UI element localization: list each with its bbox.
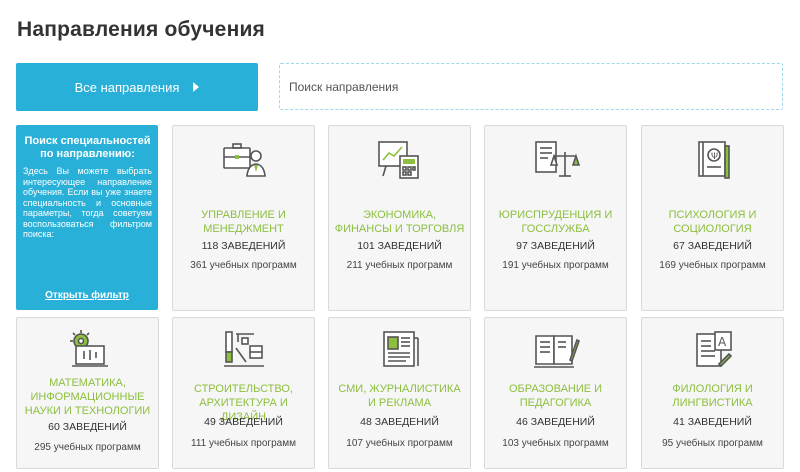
programs-count: 107 учебных программ [346,438,453,449]
institutions-count: 97 заведений [516,240,595,252]
category-card-law[interactable]: Юриспруденция и госслужба 97 заведений 1… [484,125,627,311]
search-field[interactable] [279,63,783,110]
category-card-management[interactable]: Управление и менеджмент 118 заведений 36… [172,125,315,311]
programs-count: 103 учебных программ [502,438,609,449]
open-filter-link[interactable]: Открыть фильтр [16,290,158,301]
category-name: Управление и менеджмент [201,209,286,235]
psychology-book-icon: Ψ [689,138,737,182]
category-card-psychology[interactable]: Ψ Психология и социология 67 заведений 1… [641,125,784,311]
institutions-count: 101 заведений [357,240,442,252]
institutions-count: 48 заведений [360,416,439,428]
category-name: Психология и социология [668,209,757,235]
programs-count: 211 учебных программ [346,260,453,271]
search-input[interactable] [289,64,782,109]
programs-count: 191 учебных программ [502,260,609,271]
caret-right-icon [193,82,200,92]
institutions-count: 41 заведений [673,416,752,428]
newspaper-icon [376,328,424,372]
programs-count: 361 учебных программ [190,260,297,271]
category-name: СМИ, журналистика и реклама [338,383,461,409]
institutions-count: 118 заведений [201,240,286,252]
svg-text:A: A [718,335,727,349]
svg-text:Ψ: Ψ [711,152,718,162]
institutions-count: 49 заведений [204,416,283,428]
institutions-count: 46 заведений [516,416,595,428]
programs-count: 169 учебных программ [659,260,766,271]
construction-tools-icon [220,328,268,372]
all-directions-label: Все направления [74,79,180,95]
open-book-pen-icon [532,328,580,372]
gear-laptop-icon [64,328,112,372]
programs-count: 111 учебных программ [191,438,296,449]
category-card-philology[interactable]: A Филология и лингвистика 41 заведений 9… [641,317,784,469]
briefcase-manager-icon [220,138,268,182]
programs-count: 295 учебных программ [34,442,141,453]
language-book-icon: A [689,328,737,372]
category-card-math[interactable]: Математика, информационные науки и техно… [16,317,159,469]
info-panel: Поиск специальностей по направлению: Зде… [16,125,158,310]
programs-count: 95 учебных программ [662,438,763,449]
category-name: Юриспруденция и госслужба [498,209,613,235]
category-name: Филология и лингвистика [672,383,753,409]
institutions-count: 67 заведений [673,240,752,252]
chart-calculator-icon [376,138,424,182]
law-scales-icon [532,138,580,182]
info-text: Здесь Вы можете выбрать интересующее нап… [23,166,152,239]
category-card-construction[interactable]: Строительство, архитектура и дизайн 49 з… [172,317,315,469]
info-title: Поиск специальностей по направлению: [24,135,151,160]
institutions-count: 60 заведений [48,421,127,433]
category-card-economics[interactable]: Экономика, финансы и торговля 101 заведе… [328,125,471,311]
category-card-education[interactable]: Образование и педагогика 46 заведений 10… [484,317,627,469]
category-card-media[interactable]: СМИ, журналистика и реклама 48 заведений… [328,317,471,469]
page-title: Направления обучения [17,18,266,41]
category-name: Образование и педагогика [508,383,603,409]
category-name: Математика, информационные науки и техно… [24,377,151,417]
category-name: Экономика, финансы и торговля [334,209,465,235]
all-directions-button[interactable]: Все направления [16,63,258,111]
